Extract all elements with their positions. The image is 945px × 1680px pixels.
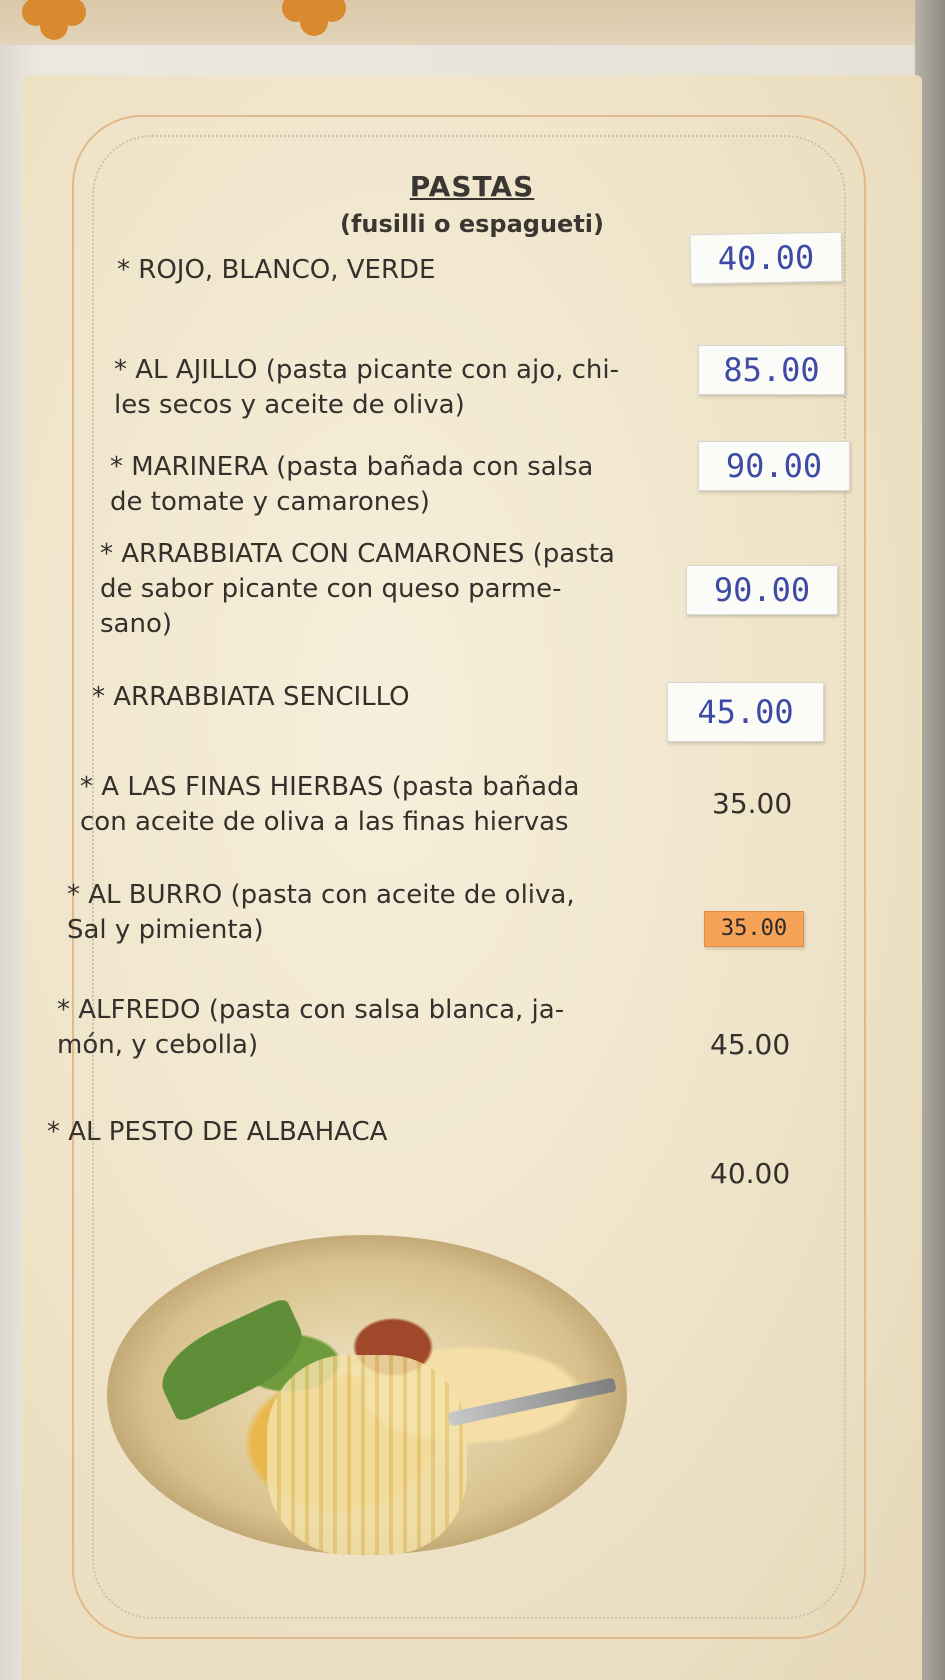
menu-item: * AL BURRO (pasta con aceite de oliva, S… [67, 878, 657, 948]
menu-item-price: 40.00 [710, 1157, 791, 1190]
menu-item-name: * ROJO, BLANCO, VERDE [117, 255, 436, 285]
flower-pattern [40, 0, 68, 22]
menu-item: * A LAS FINAS HIERBAS (pasta bañada con … [80, 770, 660, 840]
menu-item-name: * ARRABBIATA SENCILLO [92, 682, 410, 712]
price-sticker: 90.00 [686, 565, 838, 615]
flower-pattern [300, 0, 328, 18]
menu-item-description: les secos y aceite de oliva) [114, 390, 465, 420]
price-sticker: 85.00 [698, 345, 845, 395]
menu-item-name: * MARINERA (pasta bañada con salsa [110, 452, 594, 482]
menu-item-description: sano) [100, 609, 173, 639]
price-sticker: 35.00 [704, 911, 804, 947]
menu-item-description: de tomate y camarones) [110, 487, 430, 517]
menu-item: * ALFREDO (pasta con salsa blanca, ja- m… [57, 993, 657, 1063]
menu-item-name: * AL BURRO (pasta con aceite de oliva, [67, 880, 575, 910]
menu-title: PASTAS [409, 170, 535, 203]
menu-item-description: de sabor picante con queso parme- [100, 574, 562, 604]
menu-item: * AL PESTO DE ALBAHACA [47, 1115, 607, 1150]
menu-item: * ARRABBIATA CON CAMARONES (pasta de sab… [100, 537, 680, 642]
menu-item-description: món, y cebolla) [57, 1030, 259, 1060]
menu-item-name: * ALFREDO (pasta con salsa blanca, ja- [57, 995, 565, 1025]
spaghetti [267, 1355, 467, 1555]
menu-item-description: Sal y pimienta) [67, 915, 264, 945]
fork [447, 1377, 617, 1427]
pasta-photo [107, 1235, 627, 1555]
menu-item-description: con aceite de oliva a las finas hiervas [80, 807, 569, 837]
menu-item-price: 35.00 [712, 787, 793, 820]
price-sticker: 90.00 [698, 441, 850, 491]
price-sticker: 40.00 [689, 231, 843, 285]
menu-page: PASTAS (fusilli o espagueti) * ROJO, BLA… [22, 75, 922, 1680]
menu-item: * ROJO, BLANCO, VERDE [117, 253, 677, 288]
menu-item: * ARRABBIATA SENCILLO [92, 680, 652, 715]
menu-item-name: * AL PESTO DE ALBAHACA [47, 1117, 388, 1147]
price-sticker: 45.00 [667, 682, 824, 742]
menu-item: * MARINERA (pasta bañada con salsa de to… [110, 450, 670, 520]
menu-item: * AL AJILLO (pasta picante con ajo, chi-… [114, 353, 674, 423]
menu-item-name: * A LAS FINAS HIERBAS (pasta bañada [80, 772, 580, 802]
menu-item-name: * ARRABBIATA CON CAMARONES (pasta [100, 539, 615, 569]
menu-item-name: * AL AJILLO (pasta picante con ajo, chi- [114, 355, 620, 385]
menu-item-price: 45.00 [710, 1028, 791, 1061]
